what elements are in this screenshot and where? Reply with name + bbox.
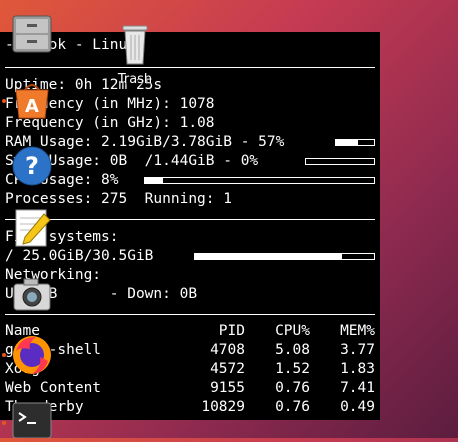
terminal-icon[interactable] xyxy=(10,399,54,439)
divider xyxy=(5,67,375,68)
process-pid: 10829 xyxy=(201,399,245,415)
svg-text:?: ? xyxy=(25,152,39,180)
process-mem: 7.41 xyxy=(340,380,375,396)
ram-usage-bar xyxy=(335,139,375,146)
process-cpu: 5.08 xyxy=(275,342,310,358)
text-editor-icon[interactable] xyxy=(10,206,54,250)
running-indicator xyxy=(2,421,6,425)
divider xyxy=(5,219,375,220)
divider xyxy=(5,314,375,315)
cpu-usage-bar xyxy=(144,177,375,184)
column-pid: PID xyxy=(218,323,245,339)
conky-panel: - . ook - Linux Uptime: 0h 12m 25s Frequ… xyxy=(0,32,380,420)
software-center-icon[interactable]: A xyxy=(10,78,54,122)
process-mem: 3.77 xyxy=(340,342,375,358)
screenshot-icon[interactable] xyxy=(10,272,54,316)
running-indicator xyxy=(2,99,6,103)
ram-usage-bar-fill xyxy=(336,140,358,145)
process-cpu: 1.52 xyxy=(275,361,310,377)
files-icon[interactable] xyxy=(10,12,54,56)
column-cpu: CPU% xyxy=(275,323,310,339)
trash-label: Trash xyxy=(117,72,153,87)
running-indicator xyxy=(2,353,6,357)
process-name: Web Content xyxy=(5,380,102,396)
process-mem: 0.49 xyxy=(340,399,375,415)
process-cpu: 0.76 xyxy=(275,399,310,415)
process-pid: 9155 xyxy=(210,380,245,396)
column-mem: MEM% xyxy=(340,323,375,339)
trash-desktop-icon[interactable]: Trash xyxy=(113,20,157,90)
process-pid: 4572 xyxy=(210,361,245,377)
filesystem-root-bar xyxy=(194,253,375,260)
process-mem: 1.83 xyxy=(340,361,375,377)
filesystem-root-bar-fill xyxy=(195,254,342,259)
trash-icon xyxy=(122,25,148,65)
svg-text:A: A xyxy=(25,96,39,117)
process-cpu: 0.76 xyxy=(275,380,310,396)
cpu-usage-bar-fill xyxy=(145,178,164,183)
process-pid: 4708 xyxy=(210,342,245,358)
help-icon[interactable]: ? xyxy=(10,144,54,188)
swap-usage-bar xyxy=(305,158,375,165)
firefox-icon[interactable] xyxy=(10,333,54,377)
